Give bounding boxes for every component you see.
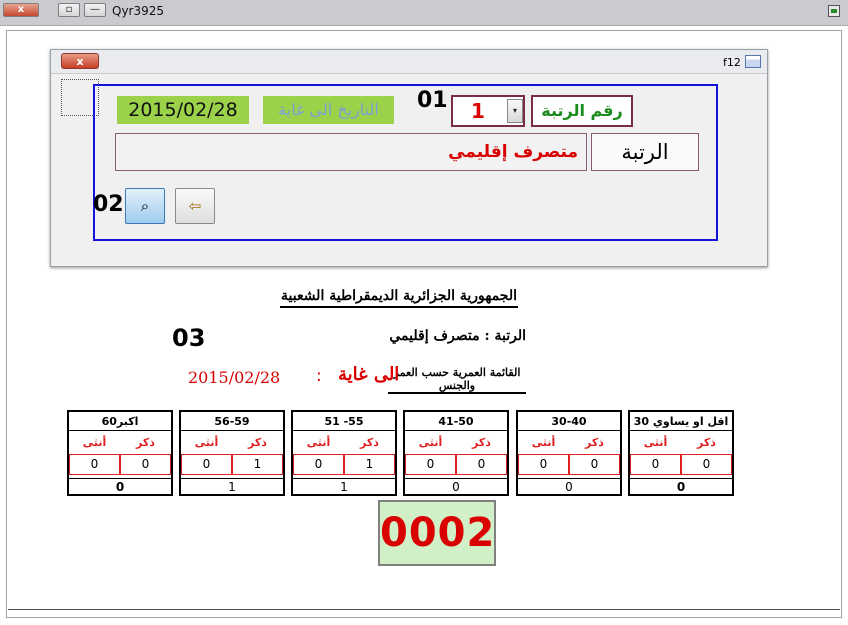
group-total: 0: [518, 478, 620, 494]
age-group-label: اقل او يساوي 30: [630, 412, 732, 431]
republic-title: الجمهورية الجزائرية الديمقراطية الشعبية: [280, 288, 518, 308]
window-minimize-button[interactable]: —: [84, 3, 106, 17]
rank-number-label: رقم الرتبة: [531, 95, 633, 127]
rank-number-value: 1: [471, 99, 485, 123]
age-group-6: 60اكبر ذكر أنثى 0 0 0: [67, 410, 173, 496]
report-date: 2015/02/28: [188, 368, 281, 387]
female-header: أنثى: [643, 436, 668, 449]
chevron-down-icon[interactable]: ▾: [507, 99, 523, 123]
report-rank-line: الرتبة : متصرف إقليمي: [389, 328, 526, 344]
female-count: 0: [293, 454, 344, 475]
age-group-2: 30-40 ذكر أنثى 0 0 0: [516, 410, 622, 496]
until-date-label: التاريخ الى غاية: [263, 96, 394, 124]
age-group-label: 56-59: [181, 412, 283, 431]
age-group-5: 56-59 ذكر أنثى 1 0 1: [179, 410, 285, 496]
group-total: 0: [405, 478, 507, 494]
male-header: ذكر: [360, 436, 379, 449]
search-button[interactable]: ⌕: [125, 188, 165, 224]
female-header: أنثى: [418, 436, 443, 449]
date-field[interactable]: 2015/02/28: [117, 96, 249, 124]
window-title-bar: x ▫ — Qyr3925: [0, 0, 848, 26]
female-header: أنثى: [82, 436, 107, 449]
report-until-text: الى غاية: [338, 364, 400, 385]
report-list-title: القائمة العمرية حسب العمر والجنس: [388, 366, 526, 394]
dialog-title-bar: x f12: [51, 50, 767, 74]
male-count: 0: [456, 454, 507, 475]
female-count: 0: [405, 454, 456, 475]
filter-dialog: x f12 2015/02/28 التاريخ الى غاية 01 1 ▾…: [50, 49, 768, 267]
annotation-02: 02: [93, 192, 124, 217]
age-group-label: 30-40: [518, 412, 620, 431]
female-count: 0: [181, 454, 232, 475]
exit-door-icon: ⇦: [188, 197, 202, 215]
male-header: ذكر: [136, 436, 155, 449]
rank-name-field: متصرف إقليمي: [115, 133, 587, 171]
male-count: 1: [344, 454, 395, 475]
rank-label: الرتبة: [591, 133, 699, 171]
male-count: 0: [120, 454, 171, 475]
search-icon: ⌕: [140, 197, 150, 215]
male-header: ذكر: [248, 436, 267, 449]
window-restore-button[interactable]: ▫: [58, 3, 80, 17]
form-icon: [745, 55, 761, 68]
male-header: ذكر: [697, 436, 716, 449]
female-count: 0: [518, 454, 569, 475]
group-total: 1: [293, 478, 395, 494]
age-group-3: 41-50 ذكر أنثى 0 0 0: [403, 410, 509, 496]
rank-number-combo[interactable]: 1 ▾: [451, 95, 525, 127]
male-header: ذكر: [472, 436, 491, 449]
group-total: 0: [69, 478, 171, 494]
dialog-caption: f12: [723, 56, 741, 69]
male-count: 0: [569, 454, 620, 475]
report-colon: :: [316, 366, 322, 386]
female-header: أنثى: [194, 436, 219, 449]
window-title: Qyr3925: [112, 4, 165, 18]
group-total: 0: [630, 478, 732, 494]
age-group-label: 60اكبر: [69, 412, 171, 431]
dialog-close-button[interactable]: x: [61, 53, 99, 69]
age-group-4: 51 -55 ذكر أنثى 1 0 1: [291, 410, 397, 496]
age-group-label: 41-50: [405, 412, 507, 431]
male-header: ذكر: [585, 436, 604, 449]
age-group-label: 51 -55: [293, 412, 395, 431]
window-close-button[interactable]: x: [3, 3, 39, 17]
annotation-01: 01: [417, 88, 448, 113]
client-bottom-rule: [8, 609, 840, 610]
exit-button[interactable]: ⇦: [175, 188, 215, 224]
annotation-03: 03: [172, 324, 206, 352]
female-count: 0: [630, 454, 681, 475]
grand-total: 0002: [378, 500, 496, 566]
female-header: أنثى: [306, 436, 331, 449]
male-count: 0: [681, 454, 732, 475]
female-header: أنثى: [531, 436, 556, 449]
group-total: 1: [181, 478, 283, 494]
app-menu-icon[interactable]: [828, 5, 840, 17]
female-count: 0: [69, 454, 120, 475]
male-count: 1: [232, 454, 283, 475]
age-group-1: اقل او يساوي 30 ذكر أنثى 0 0 0: [628, 410, 734, 496]
